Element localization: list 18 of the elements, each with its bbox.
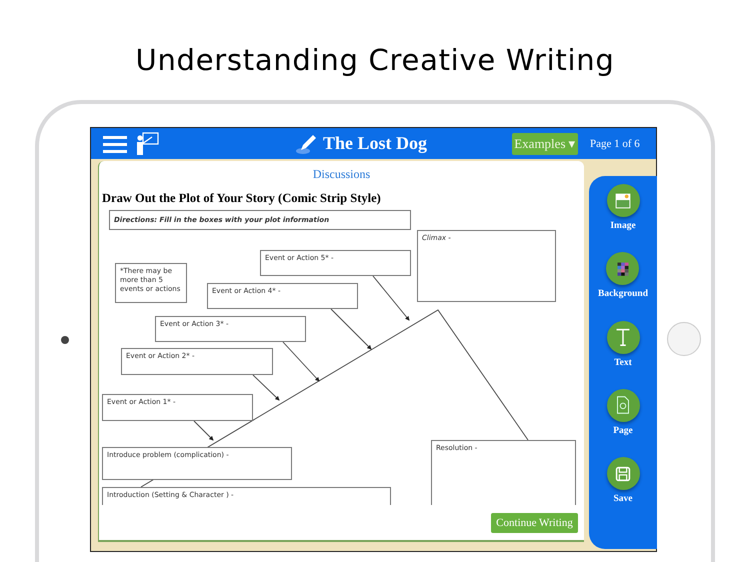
- menu-icon[interactable]: [103, 134, 127, 152]
- discussions-link[interactable]: Discussions: [312, 165, 370, 183]
- tool-button[interactable]: [606, 184, 640, 217]
- headline: Understanding Creative Writing: [136, 42, 614, 79]
- page-indicator: Page 1 of 6: [590, 137, 640, 152]
- tool-label: Save: [614, 493, 632, 506]
- teacher-icon[interactable]: [135, 132, 159, 156]
- tool-label: Text: [614, 356, 632, 370]
- tool-label: Image: [610, 220, 636, 233]
- tool-label: Background: [598, 288, 648, 302]
- tool-label: Page: [613, 424, 633, 438]
- pencil-icon: [296, 132, 318, 154]
- tool-button[interactable]: [606, 388, 640, 422]
- tool-button[interactable]: [606, 252, 640, 286]
- tool-button[interactable]: [606, 457, 640, 490]
- tool-button[interactable]: [606, 320, 640, 354]
- document-title: The Lost Dog: [323, 132, 428, 155]
- worksheet-title: Draw Out the Plot of Your Story (Comic Strip Style): [102, 191, 381, 205]
